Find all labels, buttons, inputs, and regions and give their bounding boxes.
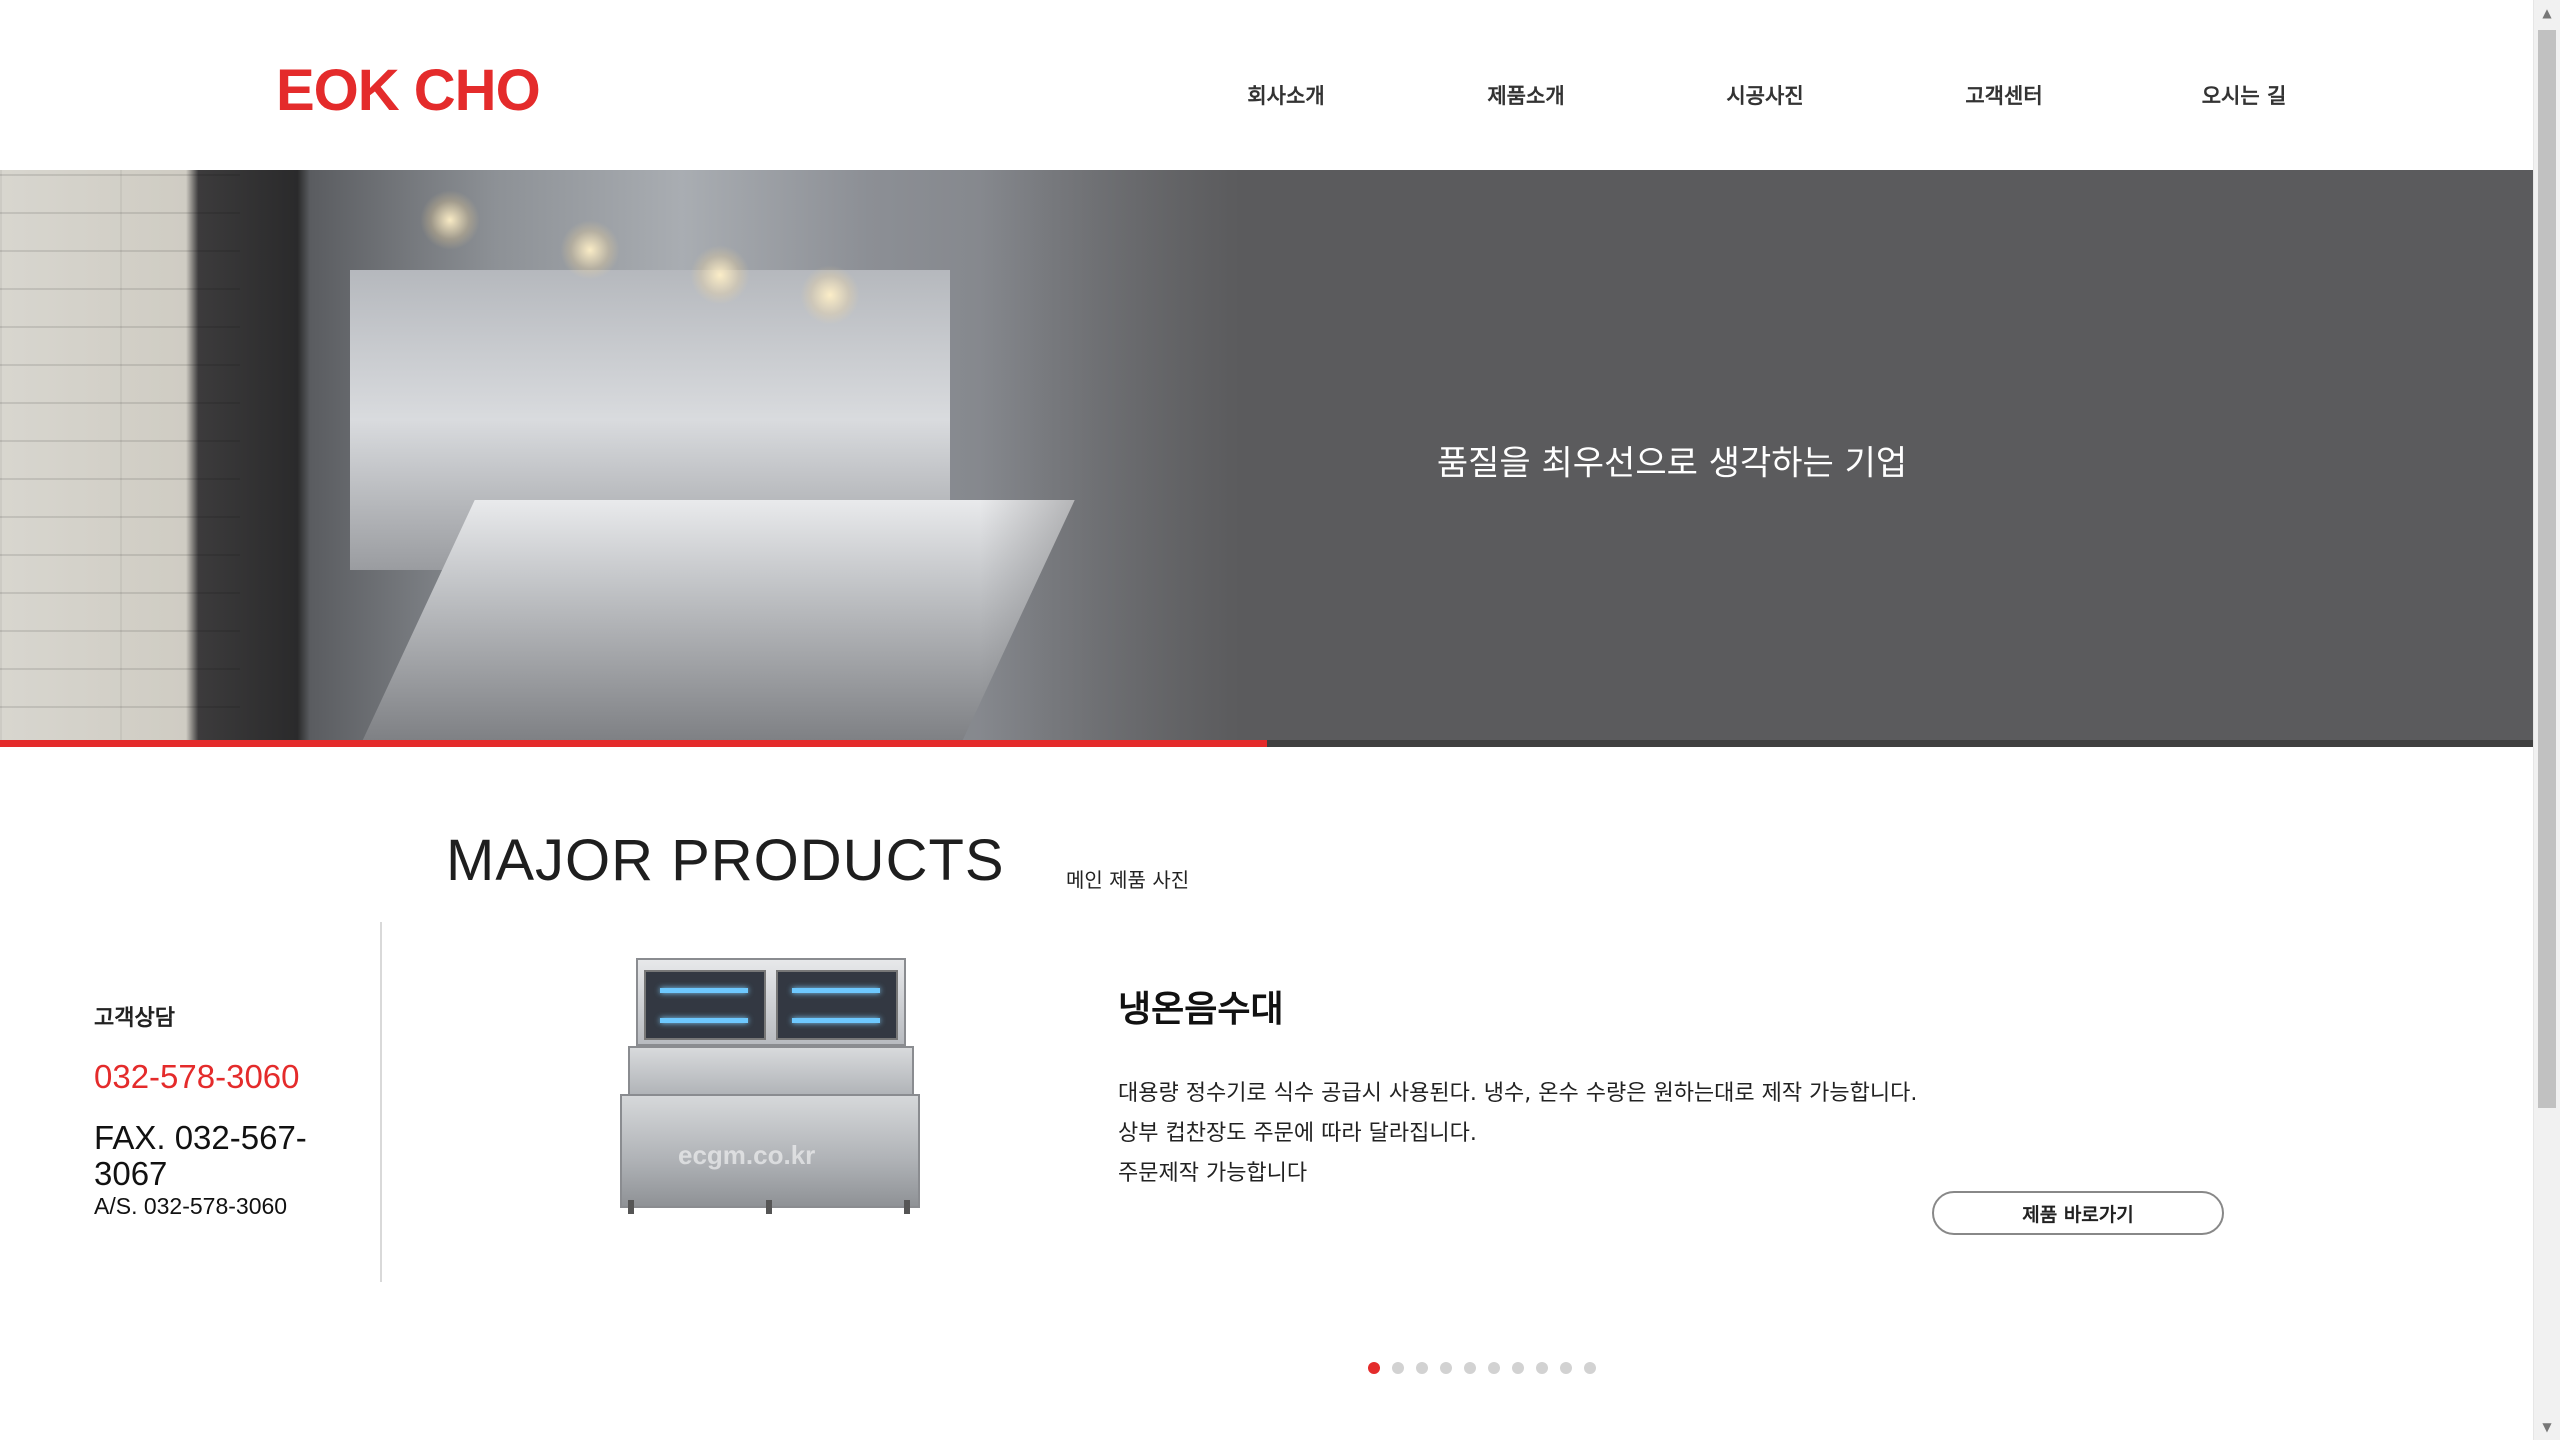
- product-image-leg: [766, 1200, 772, 1214]
- section-subtitle: 메인 제품 사진: [1066, 868, 1190, 892]
- product-link-button[interactable]: 제품 바로가기: [1932, 1191, 2224, 1235]
- page-scrollbar[interactable]: ▲ ▼: [2533, 0, 2560, 1440]
- product-description: 대용량 정수기로 식수 공급시 사용된다. 냉수, 온수 수량은 원하는대로 제…: [1118, 1074, 1917, 1194]
- carousel-dot[interactable]: [1416, 1362, 1428, 1374]
- hero-photo: [0, 170, 1240, 746]
- product-image-uv-lamp: [660, 1018, 748, 1023]
- hero-progress-bar: [0, 740, 2534, 747]
- carousel-dot[interactable]: [1440, 1362, 1452, 1374]
- carousel-dot[interactable]: [1584, 1362, 1596, 1374]
- carousel-dot[interactable]: [1464, 1362, 1476, 1374]
- scroll-down-arrow-icon[interactable]: ▼: [2534, 1414, 2560, 1440]
- carousel-dot[interactable]: [1488, 1362, 1500, 1374]
- contact-panel: 고객상담 032-578-3060 FAX. 032-567-3067 A/S.…: [94, 1000, 374, 1220]
- product-description-line: 상부 컵찬장도 주문에 따라 달라집니다.: [1118, 1121, 1477, 1146]
- product-image-watermark: ecgm.co.kr: [678, 1140, 816, 1170]
- product-image-uv-lamp: [792, 988, 880, 993]
- contact-phone: 032-578-3060: [94, 1058, 300, 1095]
- product-image-uv-lamp: [660, 988, 748, 993]
- product-image-top-cabinet: [636, 958, 906, 1046]
- nav-item-construction-photos[interactable]: 시공사진: [1726, 80, 1803, 110]
- hero-photo-lamp: [420, 190, 480, 250]
- site-logo[interactable]: EOK CHO: [276, 62, 541, 120]
- hero-progress-fill: [0, 740, 1267, 747]
- scroll-up-arrow-icon[interactable]: ▲: [2534, 0, 2560, 26]
- site-header: EOK CHO 회사소개 제품소개 시공사진 고객센터 오시는 길: [0, 0, 2534, 170]
- product-image[interactable]: ecgm.co.kr: [618, 956, 920, 1216]
- hero-photo-lamp: [800, 265, 860, 325]
- product-image-uv-lamp: [792, 1018, 880, 1023]
- nav-item-customer-center[interactable]: 고객센터: [1965, 80, 2042, 110]
- hero-photo-fade: [980, 170, 1240, 746]
- vertical-divider: [380, 922, 382, 1282]
- contact-as: A/S. 032-578-3060: [94, 1192, 288, 1219]
- carousel-dot[interactable]: [1560, 1362, 1572, 1374]
- nav-item-products[interactable]: 제품소개: [1487, 80, 1564, 110]
- hero-photo-lamp: [690, 245, 750, 305]
- main-nav: 회사소개 제품소개 시공사진 고객센터 오시는 길: [1150, 80, 2330, 116]
- nav-item-company[interactable]: 회사소개: [1247, 80, 1324, 110]
- carousel-dot[interactable]: [1536, 1362, 1548, 1374]
- page: EOK CHO 회사소개 제품소개 시공사진 고객센터 오시는 길 품질을 최우…: [0, 0, 2560, 1440]
- section-title: MAJOR PRODUCTS: [446, 828, 1005, 893]
- carousel-dot[interactable]: [1392, 1362, 1404, 1374]
- product-image-window: [644, 970, 766, 1040]
- product-description-line: 대용량 정수기로 식수 공급시 사용된다. 냉수, 온수 수량은 원하는대로 제…: [1118, 1081, 1918, 1106]
- product-name: 냉온음수대: [1118, 989, 1284, 1030]
- hero-banner: 품질을 최우선으로 생각하는 기업: [0, 170, 2534, 746]
- carousel-pagination: [1368, 1362, 1596, 1378]
- hero-caption: 품질을 최우선으로 생각하는 기업: [1436, 443, 1908, 484]
- scroll-thumb[interactable]: [2538, 30, 2556, 1108]
- hero-photo-lamp: [560, 220, 620, 280]
- product-image-tap-panel: [628, 1046, 914, 1096]
- product-description-line: 주문제작 가능합니다: [1118, 1161, 1308, 1186]
- carousel-dot[interactable]: [1368, 1362, 1380, 1374]
- contact-heading: 고객상담: [94, 1006, 175, 1031]
- carousel-dot[interactable]: [1512, 1362, 1524, 1374]
- hero-photo-counter: [360, 500, 1075, 746]
- product-image-window: [776, 970, 898, 1040]
- product-image-leg: [628, 1200, 634, 1214]
- product-image-leg: [904, 1200, 910, 1214]
- hero-photo-wall: [0, 170, 240, 746]
- nav-item-directions[interactable]: 오시는 길: [2202, 80, 2287, 110]
- contact-fax: FAX. 032-567-3067: [94, 1119, 307, 1193]
